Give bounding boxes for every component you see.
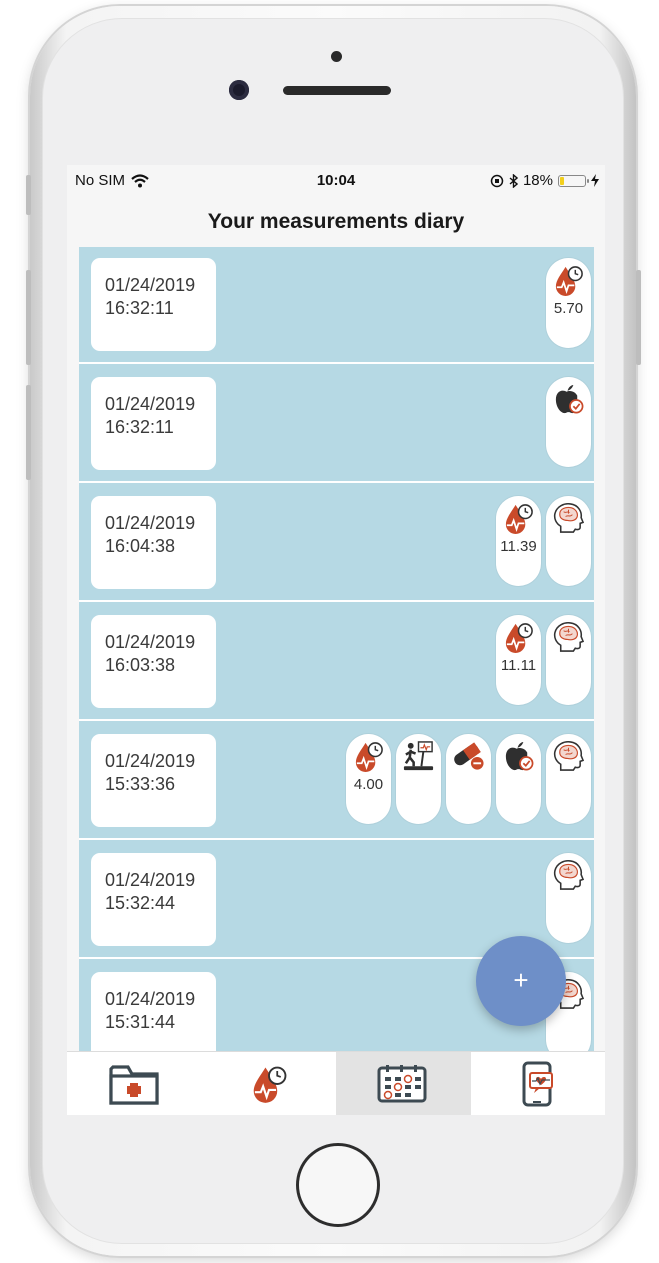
entry-datetime-card[interactable]: 01/24/2019 15:33:36 (91, 734, 216, 827)
entry-time: 15:33:36 (105, 774, 176, 794)
entry-date: 01/24/2019 (105, 870, 196, 890)
measurement-value: 11.11 (500, 657, 537, 674)
blood-glucose-icon (253, 1066, 287, 1103)
entry-datetime-card[interactable]: 01/24/2019 15:32:44 (91, 853, 216, 946)
entry-datetime-card[interactable]: 01/24/2019 16:32:11 (91, 377, 216, 470)
brain-mood-icon (553, 621, 585, 652)
orientation-lock-icon (490, 174, 504, 187)
entry-time: 16:32:11 (105, 417, 174, 437)
pill-medication-icon (454, 742, 484, 770)
medical-folder-icon (109, 1065, 159, 1105)
volume-down-button (26, 385, 31, 480)
measurement-badge[interactable] (496, 734, 541, 824)
entry-datetime-card[interactable]: 01/24/2019 16:03:38 (91, 615, 216, 708)
battery-icon (558, 174, 589, 187)
phone-heart-icon (522, 1061, 553, 1107)
blood-glucose-icon (555, 266, 583, 297)
page-title: Your measurements diary (207, 210, 465, 233)
measurement-badge[interactable]: 11.11 (496, 615, 541, 705)
entry-date: 01/24/2019 (105, 275, 196, 295)
entry-date: 01/24/2019 (105, 632, 196, 652)
tab-calendar-diary[interactable] (336, 1052, 471, 1115)
mute-switch (26, 175, 31, 215)
power-button (636, 270, 641, 365)
entry-datetime-card[interactable]: 01/24/2019 15:31:44 (91, 972, 216, 1051)
entry-time: 15:31:44 (105, 1012, 176, 1032)
measurement-value: 4.00 (353, 776, 384, 793)
blood-glucose-icon (355, 742, 383, 773)
measurement-badge[interactable] (396, 734, 441, 824)
entry-time: 16:32:11 (105, 298, 174, 318)
brain-mood-icon (553, 859, 585, 890)
diary-entry-row[interactable]: 01/24/2019 16:04:38 11.39 (79, 485, 594, 602)
entry-date: 01/24/2019 (105, 394, 196, 414)
tab-phone-heart[interactable] (471, 1052, 606, 1115)
blood-glucose-icon (505, 504, 533, 535)
measurement-badge[interactable] (546, 496, 591, 586)
measurement-badge[interactable]: 5.70 (546, 258, 591, 348)
entry-time: 15:32:44 (105, 893, 176, 913)
measurement-value: 5.70 (553, 300, 584, 317)
diary-entry-row[interactable]: 01/24/2019 16:03:38 11.11 (79, 604, 594, 721)
bluetooth-icon (509, 173, 518, 188)
entry-time: 16:04:38 (105, 536, 176, 556)
charging-bolt-icon (591, 174, 599, 187)
entry-badges (546, 853, 591, 943)
entry-badges: 11.39 (496, 496, 591, 586)
entry-date: 01/24/2019 (105, 751, 196, 771)
status-bar: No SIM 10:04 18% (67, 165, 605, 195)
volume-up-button (26, 270, 31, 365)
entry-datetime-card[interactable]: 01/24/2019 16:32:11 (91, 258, 216, 351)
add-measurement-button[interactable]: + (476, 936, 566, 1026)
measurement-badge[interactable]: 11.39 (496, 496, 541, 586)
treadmill-activity-icon (403, 741, 434, 771)
battery-percent: 18% (522, 172, 553, 189)
measurement-badge[interactable]: 4.00 (346, 734, 391, 824)
measurement-badge[interactable] (546, 853, 591, 943)
diary-entry-row[interactable]: 01/24/2019 16:32:11 5.70 (79, 247, 594, 364)
measurement-badge[interactable] (546, 615, 591, 705)
apple-food-icon (555, 384, 584, 414)
home-button[interactable] (296, 1143, 380, 1227)
earpiece-speaker (283, 86, 391, 95)
measurement-badge[interactable] (546, 377, 591, 467)
diary-entry-row[interactable]: 01/24/2019 15:33:36 4.00 (79, 723, 594, 840)
measurement-badge[interactable] (546, 734, 591, 824)
entry-badges: 11.11 (496, 615, 591, 705)
measurement-value: 11.39 (500, 538, 537, 555)
diary-entry-row[interactable]: 01/24/2019 16:32:11 (79, 366, 594, 483)
tab-bar (67, 1051, 605, 1115)
entry-datetime-card[interactable]: 01/24/2019 16:04:38 (91, 496, 216, 589)
tab-medical-folder[interactable] (67, 1052, 202, 1115)
apple-food-icon (505, 741, 534, 771)
entry-date: 01/24/2019 (105, 989, 196, 1009)
blood-glucose-icon (505, 623, 533, 654)
proximity-sensor (331, 51, 342, 62)
entry-date: 01/24/2019 (105, 513, 196, 533)
entry-badges: 5.70 (546, 258, 591, 348)
measurement-badge[interactable] (446, 734, 491, 824)
measurements-list[interactable]: 01/24/2019 16:32:11 5.70 01/24/2019 16:32:1… (79, 247, 594, 1051)
brain-mood-icon (553, 740, 585, 771)
entry-badges: 4.00 (346, 734, 591, 824)
navigation-bar: Your measurements diary (67, 195, 605, 247)
tab-blood-glucose[interactable] (202, 1052, 337, 1115)
entry-time: 16:03:38 (105, 655, 176, 675)
front-camera (229, 80, 249, 100)
calendar-diary-icon (377, 1065, 427, 1103)
brain-mood-icon (553, 502, 585, 533)
entry-badges (546, 377, 591, 467)
